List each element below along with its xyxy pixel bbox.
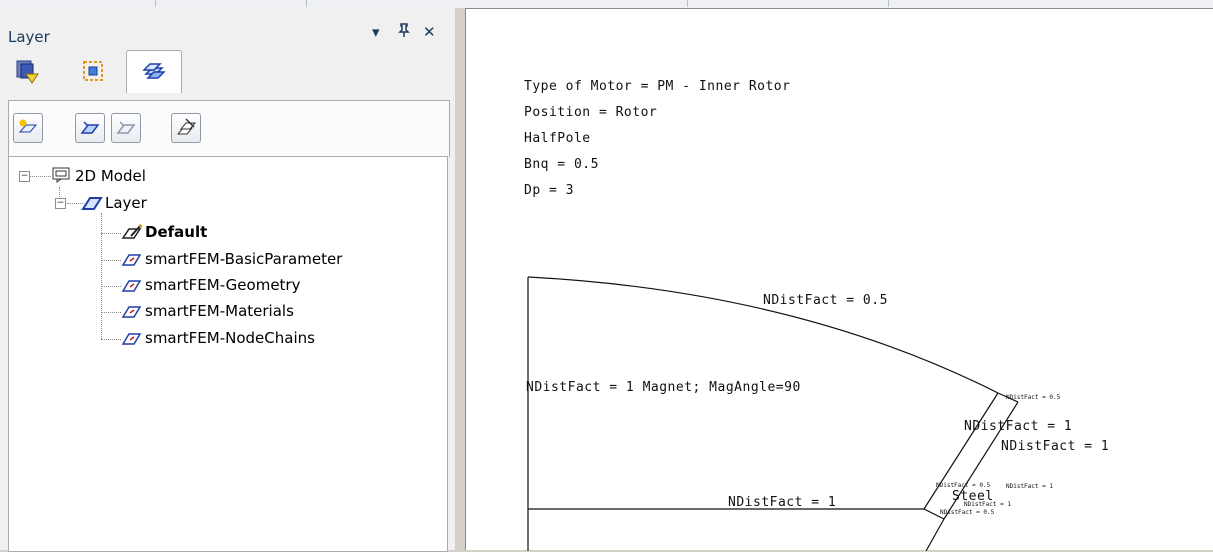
label-tiny-3: NDistFact = 0.5 [940, 509, 995, 516]
top-tab[interactable] [889, 0, 1213, 7]
layer-icon [121, 306, 142, 318]
label-tiny-1: NDistFact = 0.5 [936, 482, 991, 489]
layer-properties-button[interactable] [171, 113, 201, 143]
layer-icon [121, 280, 142, 292]
dropdown-icon[interactable]: ▾ [372, 23, 380, 41]
panel-tab-row [0, 44, 455, 100]
layer-toolbar [8, 100, 450, 157]
model-tree-tab-icon[interactable] [14, 58, 40, 84]
motor-geometry [527, 276, 1019, 551]
tree-connector [101, 312, 121, 313]
active-layer-pencil-icon [121, 224, 143, 239]
tree-item-materials[interactable]: smartFEM-Materials [145, 302, 294, 320]
tree-connector [101, 260, 121, 261]
label-ndist-bottom: NDistFact = 1 [728, 495, 837, 510]
pin-icon[interactable] [398, 23, 410, 41]
tree-item-2d-model[interactable]: 2D Model [75, 167, 146, 185]
layer-panel: Layer ▾ ✕ − 2D Model − Layer Default sma… [0, 8, 455, 552]
layer-hide-icon [116, 121, 136, 134]
drawing-canvas[interactable]: Type of Motor = PM - Inner Rotor Positio… [465, 8, 1213, 551]
new-layer-button[interactable] [13, 113, 43, 143]
layer-hidden-button[interactable] [111, 113, 141, 143]
label-small-top: NDistFact = 0.5 [1006, 394, 1061, 401]
label-arc-ndist: NDistFact = 0.5 [763, 293, 888, 308]
label-ndist-mid2: NDistFact = 1 [1001, 439, 1110, 454]
lower-edge [925, 518, 945, 551]
top-tab[interactable] [156, 0, 307, 7]
tree-connector [101, 286, 121, 287]
layer-group-icon [81, 197, 103, 210]
tree-item-basic-parameter[interactable]: smartFEM-BasicParameter [145, 250, 342, 268]
layer-tree: − 2D Model − Layer Default smartFEM-Basi… [8, 156, 448, 552]
tree-item-default[interactable]: Default [145, 223, 207, 241]
new-layer-icon [18, 119, 38, 133]
layer-visible-button[interactable] [75, 113, 105, 143]
layer-icon [121, 333, 142, 345]
tree-connector [29, 176, 51, 177]
label-tiny-4: NDistFact = 1 [1006, 483, 1053, 490]
expander-2d-model[interactable]: − [19, 171, 30, 182]
panel-title-bar: Layer ▾ ✕ [0, 8, 455, 46]
layers-tab-icon[interactable] [140, 58, 166, 84]
panel-splitter[interactable] [455, 8, 465, 550]
top-tab[interactable] [688, 0, 889, 7]
tree-item-geometry[interactable]: smartFEM-Geometry [145, 276, 300, 294]
top-tab[interactable] [0, 0, 156, 7]
tree-item-layer[interactable]: Layer [105, 194, 147, 212]
close-icon[interactable]: ✕ [423, 23, 436, 41]
layer-edit-icon [176, 118, 197, 135]
label-ndist-mid1: NDistFact = 1 [964, 419, 1073, 434]
label-magnet: NDistFact = 1 Magnet; MagAngle=90 [526, 380, 801, 395]
select-tab-icon[interactable] [80, 58, 106, 84]
tree-connector [101, 213, 102, 339]
expander-layer[interactable]: − [55, 198, 66, 209]
layer-show-icon [80, 121, 100, 134]
tree-connector [101, 339, 121, 340]
tree-connector [101, 233, 121, 234]
tree-item-node-chains[interactable]: smartFEM-NodeChains [145, 329, 315, 347]
top-tab[interactable] [307, 0, 688, 7]
label-tiny-2: NDistFact = 1 [964, 501, 1011, 508]
layer-icon [121, 254, 142, 266]
model-icon [52, 167, 70, 183]
